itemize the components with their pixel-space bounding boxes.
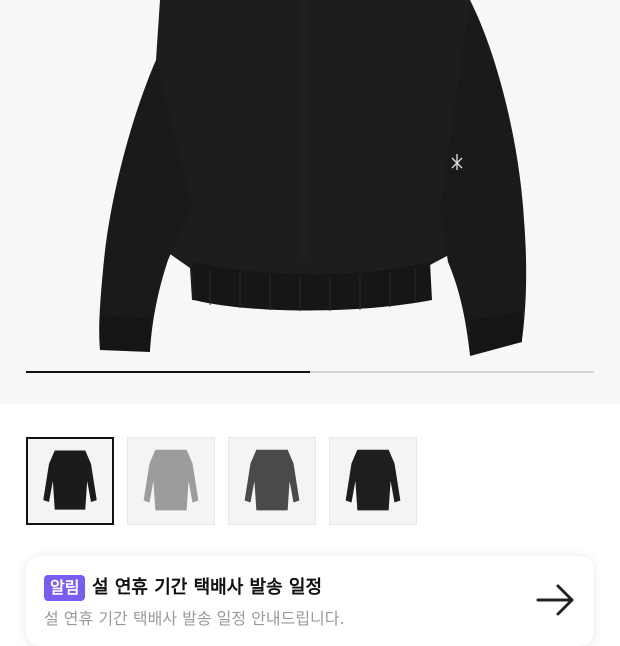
thumbnail-3[interactable] — [228, 437, 316, 525]
sweater-image — [99, 0, 527, 356]
notice-card[interactable]: 알림 설 연휴 기간 택배사 발송 일정 설 연휴 기간 택배사 발송 일정 안… — [26, 556, 594, 646]
thumbnail-sweater-icon — [244, 449, 300, 511]
arrow-right-icon[interactable] — [534, 578, 578, 622]
notice-title: 설 연휴 기간 택배사 발송 일정 — [92, 577, 323, 598]
product-image-viewer[interactable] — [0, 0, 620, 404]
thumbnail-sweater-icon — [345, 449, 401, 511]
thumbnail-strip — [0, 404, 620, 554]
thumbnail-1[interactable] — [26, 437, 114, 525]
notice-badge: 알림 — [44, 575, 86, 601]
thumbnail-sweater-icon — [143, 449, 199, 511]
thumbnail-4[interactable] — [329, 437, 417, 525]
gallery-progress-bar — [26, 371, 594, 373]
notice-subtitle: 설 연휴 기간 택배사 발송 일정 안내드립니다. — [44, 609, 345, 628]
gallery-progress-fill — [26, 371, 310, 373]
thumbnail-2[interactable] — [127, 437, 215, 525]
thumbnail-sweater-icon — [43, 450, 97, 510]
